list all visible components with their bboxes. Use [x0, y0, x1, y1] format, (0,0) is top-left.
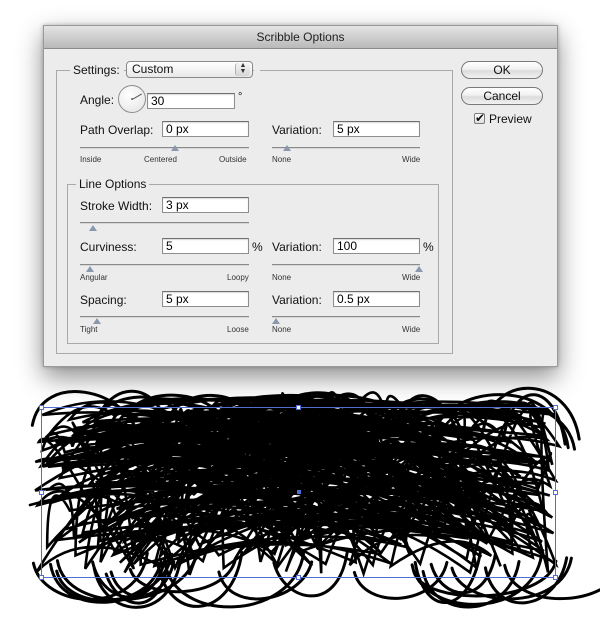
- path-variation-slider-thumb[interactable]: [283, 145, 291, 151]
- curviness-label: Curviness:: [80, 240, 137, 254]
- curviness-variation-slider-thumb[interactable]: [415, 266, 423, 272]
- settings-selected-value: Custom: [132, 62, 174, 76]
- tick-wide: Wide: [402, 325, 421, 334]
- tick-loopy: Loopy: [227, 273, 249, 282]
- path-variation-slider-track[interactable]: [272, 147, 420, 149]
- selection-handle-top-right[interactable]: [553, 405, 558, 410]
- path-variation-label: Variation:: [272, 123, 322, 137]
- stroke-width-slider-thumb[interactable]: [89, 225, 97, 231]
- angle-label: Angle:: [80, 93, 115, 107]
- angle-dial[interactable]: [118, 85, 146, 113]
- stroke-width-label: Stroke Width:: [80, 199, 153, 213]
- path-variation-input[interactable]: [333, 121, 420, 137]
- spacing-input[interactable]: [162, 291, 249, 307]
- curviness-slider-track[interactable]: [80, 264, 249, 266]
- angle-dial-hand: [132, 93, 143, 100]
- selection-handle-middle-right[interactable]: [553, 490, 558, 495]
- spacing-variation-slider-track[interactable]: [272, 316, 420, 318]
- spacing-variation-label: Variation:: [272, 293, 322, 307]
- spacing-slider-track[interactable]: [80, 316, 249, 318]
- dialog-title: Scribble Options: [44, 26, 557, 49]
- path-overlap-slider-thumb[interactable]: [171, 145, 179, 151]
- curviness-slider-thumb[interactable]: [86, 266, 94, 272]
- angle-input[interactable]: [147, 93, 235, 109]
- stroke-width-input[interactable]: [162, 197, 249, 213]
- tick-none: None: [272, 273, 292, 282]
- checkmark-icon: ✔: [475, 111, 486, 125]
- stroke-width-slider-track[interactable]: [80, 222, 249, 224]
- selection-handle-middle-left[interactable]: [39, 490, 44, 495]
- spacing-label: Spacing:: [80, 293, 127, 307]
- tick-wide: Wide: [402, 155, 421, 164]
- tick-none: None: [272, 155, 292, 164]
- preview-checkbox[interactable]: ✔: [474, 111, 486, 125]
- selection-handle-bottom-left[interactable]: [39, 575, 44, 580]
- tick-wide: Wide: [402, 273, 421, 282]
- line-options-legend: Line Options: [76, 177, 150, 191]
- tick-none: None: [272, 325, 292, 334]
- curviness-variation-unit: %: [423, 240, 434, 254]
- selection-handle-bottom-right[interactable]: [553, 575, 558, 580]
- cancel-button[interactable]: Cancel: [461, 87, 543, 105]
- preview-label[interactable]: Preview: [489, 112, 532, 126]
- selection-handle-bottom-middle[interactable]: [296, 575, 301, 580]
- tick-inside: Inside: [80, 155, 102, 164]
- selection-handle-top-middle[interactable]: [296, 405, 301, 410]
- path-overlap-label: Path Overlap:: [80, 123, 154, 137]
- curviness-variation-label: Variation:: [272, 240, 322, 254]
- spacing-slider-thumb[interactable]: [93, 318, 101, 324]
- spacing-variation-slider-thumb[interactable]: [272, 318, 280, 324]
- curviness-variation-input[interactable]: [333, 238, 420, 254]
- tick-angular: Angular: [80, 273, 108, 282]
- curviness-unit: %: [252, 240, 263, 254]
- spacing-variation-input[interactable]: [333, 291, 420, 307]
- ok-button[interactable]: OK: [461, 61, 543, 79]
- tick-tight: Tight: [80, 325, 98, 334]
- dropdown-arrows-icon: ▲ ▼: [235, 62, 250, 76]
- settings-label: Settings:: [70, 63, 124, 77]
- curviness-variation-slider-track[interactable]: [272, 264, 420, 266]
- selection-handle-top-left[interactable]: [39, 405, 44, 410]
- path-overlap-slider-track[interactable]: [80, 147, 249, 149]
- angle-unit: °: [238, 91, 243, 103]
- settings-legend-gap: [254, 68, 260, 72]
- tick-outside: Outside: [219, 155, 247, 164]
- curviness-input[interactable]: [162, 238, 249, 254]
- angle-dial-center: [131, 98, 133, 100]
- tick-loose: Loose: [227, 325, 249, 334]
- tick-centered: Centered: [144, 155, 177, 164]
- selection-center-point: [297, 490, 301, 494]
- settings-dropdown[interactable]: Custom ▲ ▼: [126, 61, 253, 78]
- path-overlap-input[interactable]: [162, 121, 249, 137]
